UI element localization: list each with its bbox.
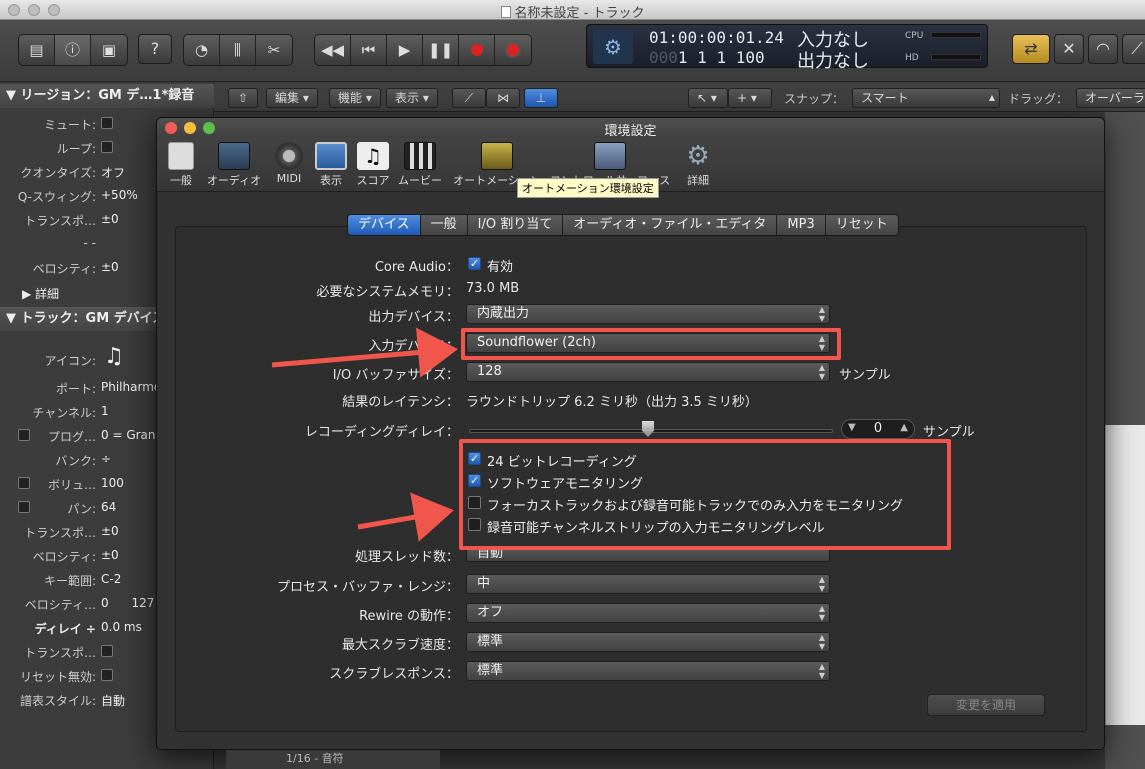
arrow-to-monitoring: [357, 492, 454, 542]
annotation-arrows: [271, 327, 458, 542]
arrow-to-input-device: [271, 327, 458, 378]
